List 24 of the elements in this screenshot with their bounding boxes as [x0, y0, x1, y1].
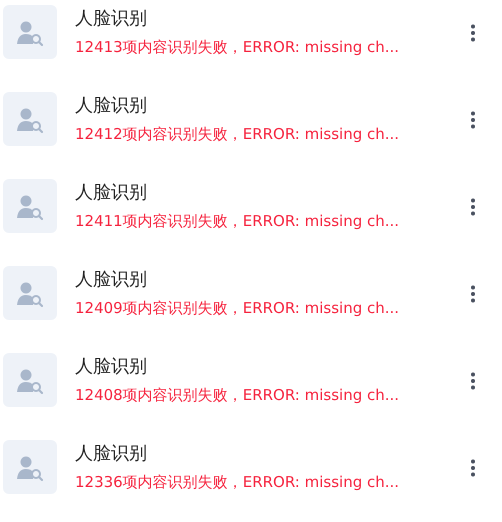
person-search-icon	[16, 456, 44, 482]
item-title: 人脸识别	[75, 442, 148, 465]
item-title: 人脸识别	[75, 355, 148, 378]
more-options-icon[interactable]	[469, 458, 477, 478]
more-options-icon[interactable]	[469, 197, 477, 217]
error-message: 12336项内容识别失败，ERROR: missing ch...	[75, 473, 400, 492]
item-title: 人脸识别	[75, 268, 148, 291]
more-options-icon[interactable]	[469, 23, 477, 43]
item-title: 人脸识别	[75, 94, 148, 117]
item-title: 人脸识别	[75, 7, 148, 30]
error-message: 12409项内容识别失败，ERROR: missing ch...	[75, 299, 400, 318]
error-message: 12412项内容识别失败，ERROR: missing ch...	[75, 125, 400, 144]
more-options-icon[interactable]	[469, 371, 477, 391]
error-message: 12411项内容识别失败，ERROR: missing ch...	[75, 212, 400, 231]
error-message: 12413项内容识别失败，ERROR: missing ch...	[75, 38, 400, 57]
more-options-icon[interactable]	[469, 110, 477, 130]
more-options-icon[interactable]	[469, 284, 477, 304]
person-search-icon	[16, 282, 44, 308]
item-title: 人脸识别	[75, 181, 148, 204]
error-message: 12408项内容识别失败，ERROR: missing ch...	[75, 386, 400, 405]
person-search-icon	[16, 21, 44, 47]
person-search-icon	[16, 195, 44, 221]
person-search-icon	[16, 108, 44, 134]
person-search-icon	[16, 369, 44, 395]
